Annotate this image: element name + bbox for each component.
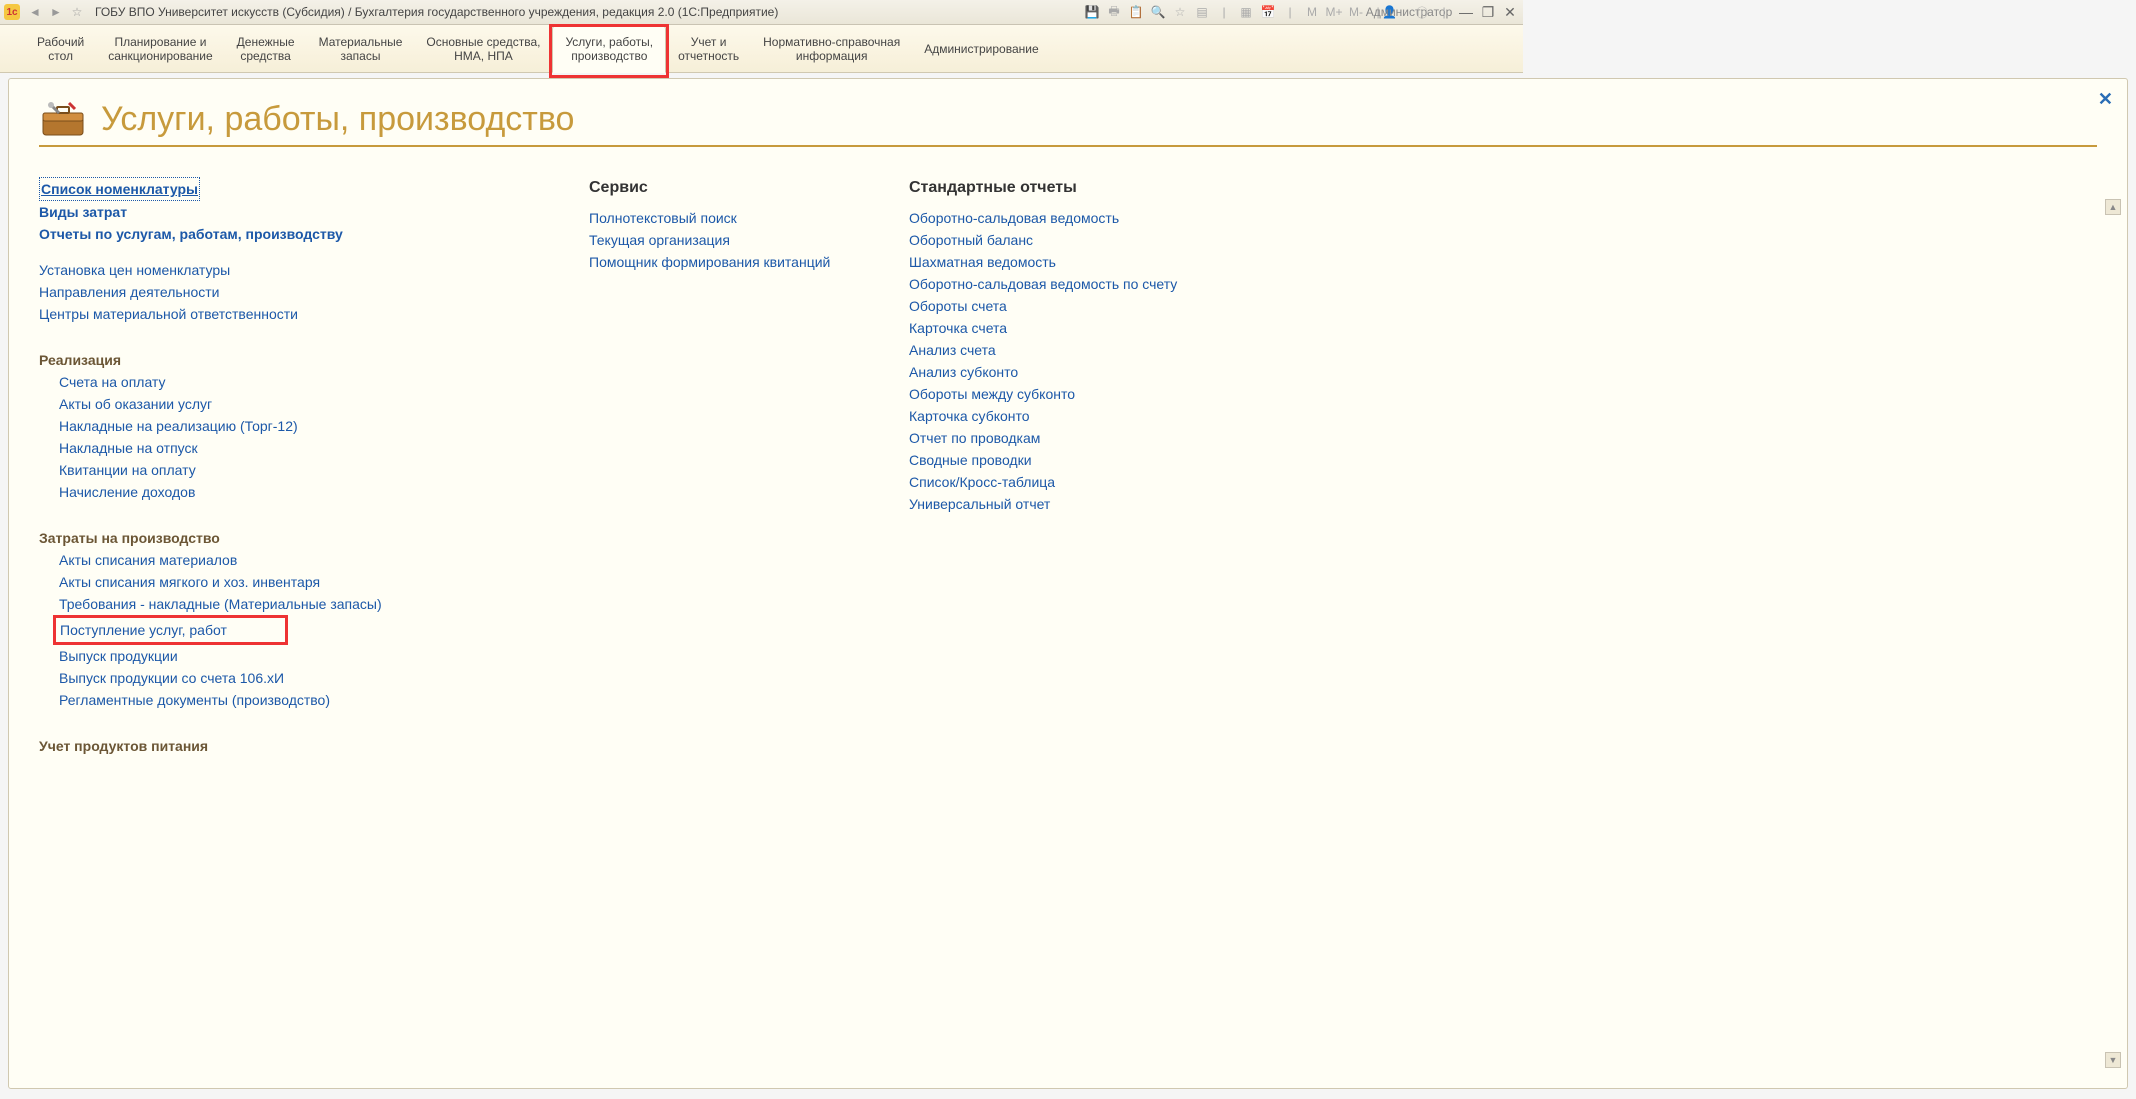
- nav-link[interactable]: Сводные проводки: [909, 449, 1032, 471]
- nav-tab-1[interactable]: Планирование исанкционирование: [96, 25, 224, 72]
- memory-m[interactable]: M: [1303, 3, 1321, 21]
- nav-link[interactable]: Поступление услуг, работ: [60, 619, 227, 641]
- main-nav: РабочийстолПланирование исанкционировани…: [0, 25, 1523, 73]
- column-reports: Стандартные отчеты Оборотно-сальдовая вед…: [909, 177, 1209, 1066]
- separator-icon: |: [1215, 3, 1233, 21]
- nav-link[interactable]: Карточка субконто: [909, 405, 1030, 427]
- current-user[interactable]: 👤 Администратор: [1391, 3, 1409, 21]
- info-icon[interactable]: ⓘ: [1413, 3, 1431, 21]
- nav-link[interactable]: Центры материальной ответственности: [39, 303, 298, 325]
- nav-link[interactable]: Выпуск продукции со счета 106.хИ: [59, 667, 284, 689]
- nav-back-icon[interactable]: ◄: [26, 3, 44, 21]
- nav-link[interactable]: Счета на оплату: [59, 371, 166, 393]
- window-close[interactable]: ✕: [1501, 3, 1519, 21]
- panel-close-button[interactable]: ✕: [2098, 89, 2113, 110]
- nav-tab-5[interactable]: Услуги, работы,производство: [552, 25, 666, 73]
- column-service: Сервис Полнотекстовый поискТекущая органи…: [589, 177, 869, 1066]
- separator-icon: |: [1435, 3, 1453, 21]
- main-panel: ✕ Услуги, работы, производство Список но…: [8, 78, 2128, 1089]
- memory-m-minus[interactable]: M-: [1347, 3, 1365, 21]
- scroll-up-button[interactable]: ▲: [2105, 199, 2121, 215]
- nav-link[interactable]: Помощник формирования квитанций: [589, 251, 830, 273]
- section-header: Учет продуктов питания: [39, 735, 549, 757]
- nav-tab-6[interactable]: Учет иотчетность: [666, 25, 751, 72]
- column-main: Список номенклатурыВиды затратОтчеты по …: [39, 177, 549, 1066]
- nav-link[interactable]: Требования - накладные (Материальные зап…: [59, 593, 382, 615]
- window-maximize[interactable]: ❐: [1479, 3, 1497, 21]
- nav-tab-3[interactable]: Материальныезапасы: [307, 25, 415, 72]
- nav-link[interactable]: Обороты счета: [909, 295, 1007, 317]
- nav-link[interactable]: Анализ счета: [909, 339, 996, 361]
- nav-link[interactable]: Накладные на отпуск: [59, 437, 198, 459]
- window-title: ГОБУ ВПО Университет искусств (Субсидия)…: [95, 5, 778, 19]
- nav-tab-2[interactable]: Денежныесредства: [225, 25, 307, 72]
- search-icon[interactable]: 🔍: [1149, 3, 1167, 21]
- app-logo-1c: 1c: [4, 4, 20, 20]
- calendar-icon[interactable]: 📅: [1259, 3, 1277, 21]
- nav-forward-icon[interactable]: ►: [47, 3, 65, 21]
- nav-link[interactable]: Универсальный отчет: [909, 493, 1050, 515]
- scroll-track[interactable]: [2108, 216, 2118, 1051]
- section-header: Стандартные отчеты: [909, 177, 1209, 199]
- nav-link[interactable]: Список/Кросс-таблица: [909, 471, 1055, 493]
- vertical-scrollbar[interactable]: ▲ ▼: [2105, 199, 2121, 1068]
- nav-link[interactable]: Обороты между субконто: [909, 383, 1075, 405]
- nav-link[interactable]: Акты об оказании услуг: [59, 393, 212, 415]
- window-titlebar: 1c ◄ ► ☆ ГОБУ ВПО Университет искусств (…: [0, 0, 1523, 25]
- nav-tab-7[interactable]: Нормативно-справочнаяинформация: [751, 25, 912, 72]
- nav-link[interactable]: Виды затрат: [39, 201, 127, 223]
- window-minimize[interactable]: —: [1457, 3, 1475, 21]
- section-header: Реализация: [39, 349, 549, 371]
- memory-m-plus[interactable]: M+: [1325, 3, 1343, 21]
- nav-link[interactable]: Оборотный баланс: [909, 229, 1033, 251]
- nav-link[interactable]: Начисление доходов: [59, 481, 195, 503]
- nav-link[interactable]: Анализ субконто: [909, 361, 1018, 383]
- nav-link[interactable]: Квитанции на оплату: [59, 459, 196, 481]
- nav-link[interactable]: Шахматная ведомость: [909, 251, 1056, 273]
- nav-link[interactable]: Полнотекстовый поиск: [589, 207, 737, 229]
- nav-tab-8[interactable]: Администрирование: [912, 25, 1050, 72]
- panel-title: Услуги, работы, производство: [101, 100, 574, 139]
- favorite-icon[interactable]: ☆: [68, 3, 86, 21]
- nav-link[interactable]: Отчеты по услугам, работам, производству: [39, 223, 343, 245]
- highlight-box: Поступление услуг, работ: [53, 615, 288, 645]
- nav-link[interactable]: Выпуск продукции: [59, 645, 178, 667]
- nav-link[interactable]: Оборотно-сальдовая ведомость по счету: [909, 273, 1177, 295]
- clipboard-icon[interactable]: 📋: [1127, 3, 1145, 21]
- panel-header: Услуги, работы, производство: [39, 99, 2097, 147]
- toolbox-icon: [39, 99, 87, 139]
- doc-icon[interactable]: ▤: [1193, 3, 1211, 21]
- nav-link[interactable]: Оборотно-сальдовая ведомость: [909, 207, 1119, 229]
- star-icon[interactable]: ☆: [1171, 3, 1189, 21]
- separator-icon: |: [1281, 3, 1299, 21]
- nav-link[interactable]: Акты списания мягкого и хоз. инвентаря: [59, 571, 320, 593]
- toolbar-right: 💾 🖶 📋 🔍 ☆ ▤ | ▦ 📅 | M M+ M- | 👤 Админист…: [1083, 3, 1519, 21]
- nav-link[interactable]: Список номенклатуры: [39, 177, 200, 201]
- section-header: Сервис: [589, 177, 869, 199]
- nav-link[interactable]: Акты списания материалов: [59, 549, 237, 571]
- nav-link[interactable]: Текущая организация: [589, 229, 730, 251]
- content-columns: Список номенклатурыВиды затратОтчеты по …: [39, 177, 2097, 1066]
- nav-link[interactable]: Установка цен номенклатуры: [39, 259, 230, 281]
- nav-link[interactable]: Отчет по проводкам: [909, 427, 1040, 449]
- nav-tab-4[interactable]: Основные средства,НМА, НПА: [414, 25, 552, 72]
- save-icon[interactable]: 💾: [1083, 3, 1101, 21]
- scroll-down-button[interactable]: ▼: [2105, 1052, 2121, 1068]
- section-header: Затраты на производство: [39, 527, 549, 549]
- nav-link[interactable]: Карточка счета: [909, 317, 1007, 339]
- nav-link[interactable]: Накладные на реализацию (Торг-12): [59, 415, 298, 437]
- nav-link[interactable]: Направления деятельности: [39, 281, 219, 303]
- nav-link[interactable]: Регламентные документы (производство): [59, 689, 330, 711]
- nav-tab-0[interactable]: Рабочийстол: [25, 25, 96, 72]
- calc-icon[interactable]: ▦: [1237, 3, 1255, 21]
- print-icon[interactable]: 🖶: [1105, 3, 1123, 21]
